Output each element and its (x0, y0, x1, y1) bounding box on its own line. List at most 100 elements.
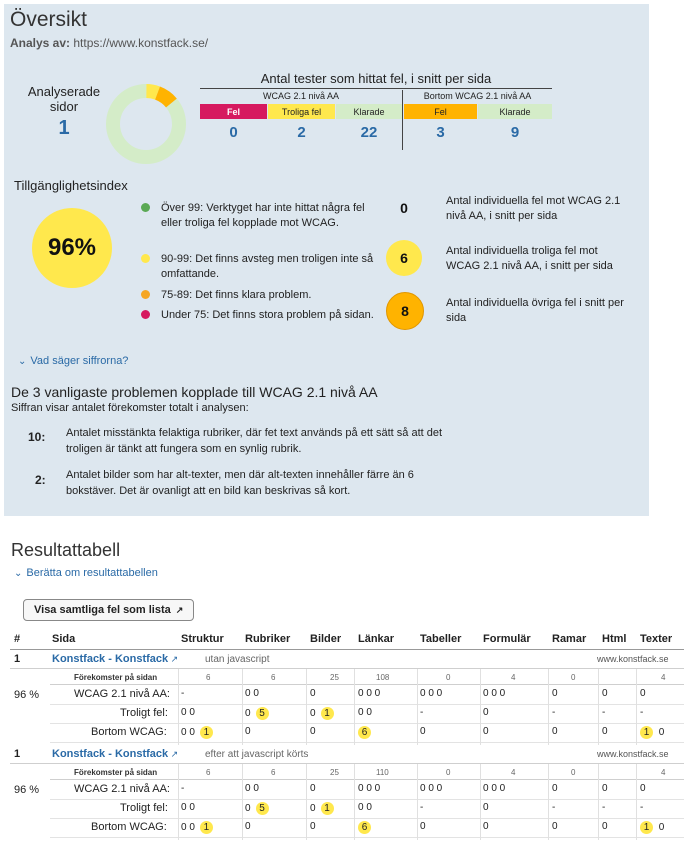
col-separator (354, 764, 355, 840)
page-domain: www.konstfack.se (597, 654, 669, 664)
value-text: - (181, 783, 185, 794)
numbers-expander[interactable]: ⌄ Vad säger siffrorna? (18, 355, 128, 367)
tests-col-value: 3 (436, 124, 445, 141)
group-wcag-label: WCAG 2.1 nivå AA (262, 91, 340, 101)
value-cell: - (420, 802, 423, 813)
col-separator (480, 669, 481, 745)
occurrence-value: 25 (330, 673, 339, 682)
table-header-cell: # (14, 633, 21, 645)
value-text: 0 (640, 783, 646, 794)
col-separator (306, 669, 307, 745)
value-text: - (420, 707, 424, 718)
index-value-circle: 96% (32, 208, 112, 288)
count-text: Antal individuella fel mot WCAG 2.1 nivå… (446, 195, 621, 222)
value-text: 0 (602, 688, 608, 699)
value-cell: 0 (483, 802, 489, 813)
value-cell: 0 (602, 783, 608, 794)
value-cell: 0 (310, 726, 316, 737)
occurrences-label: Förekomster på sidan (74, 673, 158, 682)
value-text: 0 (310, 821, 316, 832)
occurrence-value: 110 (376, 768, 389, 777)
value-cell: 0 (310, 821, 316, 832)
legend-text: 75-89: Det finns klara problem. (161, 289, 312, 301)
page-link-text[interactable]: Konstfack - Konstfack (52, 653, 168, 665)
row-rule (50, 704, 684, 705)
analysis-label: Analys av: (10, 36, 71, 50)
top-problems-title: De 3 vanligaste problemen kopplade till … (11, 384, 378, 400)
value-cell: 0 0 (358, 707, 372, 718)
value-cell: 01 (310, 707, 334, 720)
tests-top-rule (200, 88, 552, 89)
value-cell: 0 (483, 707, 489, 718)
table-header-cell: Rubriker (245, 633, 291, 645)
occurrence-value: 6 (271, 768, 276, 777)
analysis-line: Analys av: https://www.konstfack.se/ (10, 36, 208, 50)
value-text: 0 (552, 783, 558, 794)
table-header-cell: Formulär (483, 633, 531, 645)
highlight-value: 1 (199, 726, 213, 739)
value-cell: - (552, 707, 555, 718)
highlight-value: 6 (358, 821, 371, 834)
results-expander[interactable]: ⌄ Berätta om resultattabellen (14, 567, 158, 579)
row-rule (50, 799, 684, 800)
col-separator (548, 669, 549, 745)
value-cell: - (602, 802, 605, 813)
value-text: 0 0 (181, 727, 195, 738)
top-item-count: 10: (28, 430, 46, 444)
legend-text: Över 99: Verktyget har inte hittat några… (161, 202, 365, 229)
col-separator (548, 764, 549, 840)
value-text: 0 0 (181, 802, 195, 813)
row-label: Bortom WCAG: (91, 726, 167, 738)
tests-col-value: 9 (510, 124, 520, 141)
occurrence-value: 4 (661, 673, 666, 682)
legend-dot (141, 203, 150, 212)
value-text: 0 (483, 821, 489, 832)
table-header-cell: Struktur (181, 633, 224, 645)
occurrence-value: 0 (446, 768, 451, 777)
col-separator (242, 764, 243, 840)
occurrence-value: 6 (206, 768, 211, 777)
col-separator (636, 669, 637, 745)
row-rule (10, 668, 684, 669)
tests-col-value: 0 (229, 124, 238, 141)
value-cell: 05 (245, 802, 269, 815)
value-text: 0 (483, 707, 489, 718)
overview-title: Översikt (10, 8, 88, 31)
col-separator (598, 764, 599, 840)
occurrence-value: 4 (511, 673, 516, 682)
value-text: - (552, 707, 556, 718)
value-text: 0 (656, 727, 665, 738)
page-link[interactable]: Konstfack - Konstfack ↗ (52, 748, 178, 760)
value-cell: - (602, 707, 605, 718)
value-cell: 1 0 (640, 726, 664, 739)
value-cell: 0 0 0 (358, 688, 380, 699)
value-cell: - (420, 707, 423, 718)
table-header-cell: Ramar (552, 633, 587, 645)
highlight-value: 1 (320, 707, 334, 720)
row-rule (50, 684, 684, 685)
value-text: 0 0 (358, 802, 372, 813)
value-text: 0 (640, 688, 646, 699)
page-link[interactable]: Konstfack - Konstfack ↗ (52, 653, 178, 665)
row-index: 96 % (14, 689, 40, 701)
top-item-text: Antalet misstänkta felaktiga rubriker, d… (66, 427, 443, 455)
col-separator (417, 764, 418, 840)
page-link-text[interactable]: Konstfack - Konstfack (52, 748, 168, 760)
value-cell: 0 (640, 783, 646, 794)
value-text: 0 (310, 783, 316, 794)
col-separator (354, 669, 355, 745)
value-text: 0 (245, 803, 251, 814)
top-item-count: 2: (35, 473, 46, 487)
external-link-icon: ↗ (168, 749, 179, 759)
value-cell: 0 0 (181, 707, 195, 718)
highlight-value: 1 (640, 821, 653, 834)
show-all-errors-button[interactable]: Visa samtliga fel som lista ↗ (23, 599, 195, 621)
page-mode: utan javascript (205, 654, 270, 665)
value-text: 0 0 (245, 783, 259, 794)
value-cell: 0 0 0 (358, 783, 380, 794)
value-cell: 0 (245, 726, 251, 737)
col-separator (636, 764, 637, 840)
count-text: Antal individuella övriga fel i snitt pe… (446, 297, 624, 324)
value-cell: 0 (552, 688, 558, 699)
highlight-value: 6 (358, 726, 371, 739)
